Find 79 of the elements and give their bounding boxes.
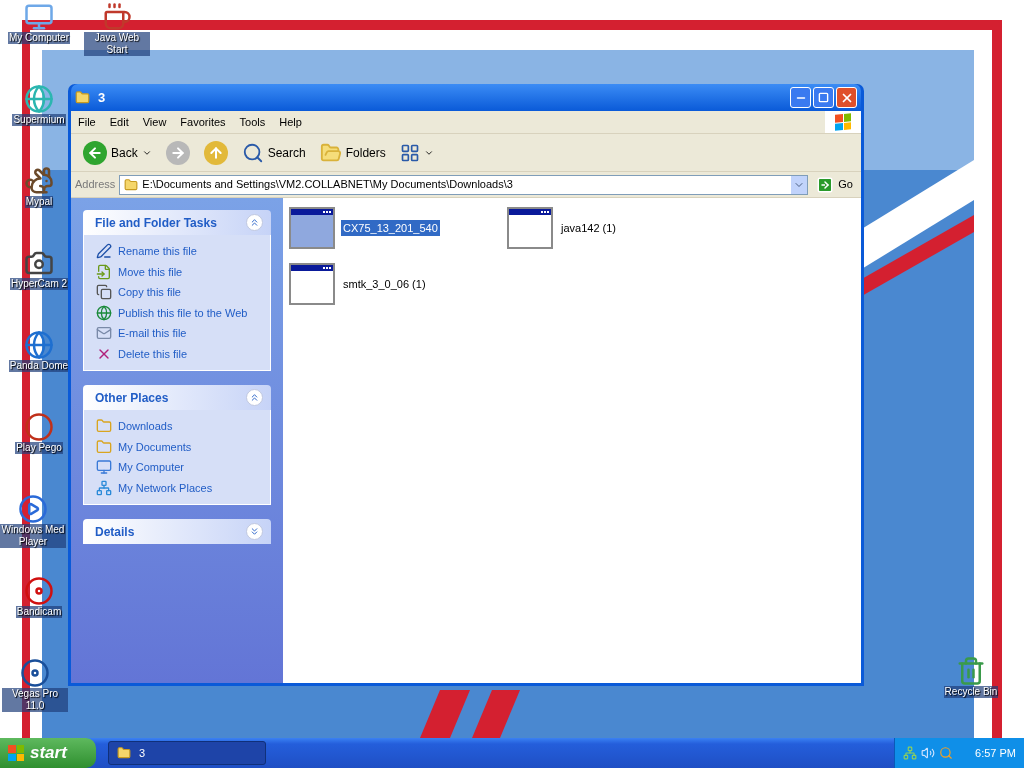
file-name[interactable]: smtk_3_0_06 (1) (341, 275, 428, 293)
web-icon (96, 304, 112, 321)
folder-icon (75, 90, 90, 105)
menu-item[interactable]: Tools (232, 113, 273, 131)
desktop-icon-label: Recycle Bin (943, 686, 999, 698)
desktop-icon-label: My Computer (8, 32, 70, 44)
application-file-icon[interactable] (289, 263, 335, 305)
speaker-icon[interactable] (921, 746, 935, 760)
desktop-icon-label: Play Pego (15, 442, 63, 454)
go-button[interactable]: Go (812, 175, 857, 194)
panel-header[interactable]: Details (83, 519, 271, 544)
desktop-shortcut-icon[interactable] (24, 2, 54, 32)
search-button[interactable]: Search (237, 136, 310, 169)
desktop-icon-label: HyperCam 2 (9, 278, 69, 290)
network-icon (96, 479, 112, 496)
panel-header[interactable]: Other Places (83, 385, 271, 410)
menu-item[interactable]: Edit (102, 113, 136, 131)
window-title: 3 (98, 88, 106, 107)
desktop-icon-label: Java Web Start (84, 32, 150, 56)
folder-icon (96, 438, 112, 455)
menu-item[interactable]: Favorites (173, 113, 233, 131)
application-file-icon[interactable] (289, 207, 335, 249)
desktop-shortcut-icon[interactable] (24, 84, 54, 114)
task-link[interactable]: E-mail this file (96, 325, 258, 342)
maximize-button[interactable] (813, 87, 834, 108)
task-link[interactable]: Copy this file (96, 284, 258, 301)
application-file-icon[interactable] (507, 207, 553, 249)
computer-icon (96, 459, 112, 476)
menu-item[interactable]: View (135, 113, 174, 131)
task-link[interactable]: Downloads (96, 418, 258, 435)
panel-title: File and Folder Tasks (95, 214, 217, 232)
close-button[interactable] (836, 87, 857, 108)
start-button[interactable]: start (0, 738, 96, 768)
desktop-shortcut-icon[interactable] (18, 494, 48, 524)
desktop-shortcut-icon[interactable] (20, 658, 50, 688)
file-name[interactable]: CX75_13_201_540 (341, 219, 440, 237)
move-icon (96, 263, 112, 280)
folders-button[interactable]: Folders (315, 136, 390, 169)
desktop-icon-label: Supermium (12, 114, 66, 126)
task-link[interactable]: My Computer (96, 459, 258, 476)
task-link[interactable]: Publish this file to the Web (96, 304, 258, 321)
folder-icon (96, 418, 112, 435)
task-link[interactable]: My Documents (96, 438, 258, 455)
file-name[interactable]: java142 (1) (559, 219, 619, 237)
menu-item[interactable]: File (71, 113, 103, 131)
taskbar-window-button[interactable]: 3 (108, 741, 266, 765)
folder-icon (117, 746, 131, 760)
panel-title: Other Places (95, 389, 169, 407)
desktop-shortcut-icon[interactable] (102, 2, 132, 32)
task-link[interactable]: Rename this file (96, 243, 258, 260)
maximize-icon (818, 92, 829, 103)
back-button[interactable]: Back (79, 136, 156, 169)
search-icon (241, 141, 264, 164)
desktop-shortcut-icon[interactable] (24, 412, 54, 442)
rename-icon (96, 243, 112, 260)
copy-icon (96, 284, 112, 301)
views-icon (399, 142, 420, 163)
desktop-icon-label: Vegas Pro 11.0 (2, 688, 68, 712)
desktop-icon-label: Mypal (24, 196, 54, 208)
desktop-shortcut-icon[interactable] (24, 166, 54, 196)
windows-flag-icon (825, 111, 861, 133)
minimize-button[interactable] (790, 87, 811, 108)
desktop-icon-label: Panda Dome (8, 360, 70, 372)
clock: 6:57 PM (975, 745, 1016, 761)
desktop-icon-label: Windows Med Player (0, 524, 66, 548)
mail-icon (96, 325, 112, 342)
desktop-shortcut-icon[interactable] (24, 576, 54, 606)
task-link[interactable]: Move this file (96, 263, 258, 280)
desktop-icon-label: Bandicam (15, 606, 63, 618)
folder-icon (319, 141, 342, 164)
menu-item[interactable]: Help (272, 113, 309, 131)
panel-title: Details (95, 523, 135, 541)
panel-header[interactable]: File and Folder Tasks (83, 210, 271, 235)
desktop-shortcut-icon[interactable] (24, 330, 54, 360)
address-label: Address (75, 177, 116, 193)
address-field[interactable]: E:\Documents and Settings\VM2.COLLABNET\My Documents\Downloads\3 (119, 174, 809, 195)
task-link[interactable]: My Network Places (96, 479, 258, 496)
task-link[interactable]: Delete this file (96, 345, 258, 362)
folder-icon (124, 177, 139, 192)
